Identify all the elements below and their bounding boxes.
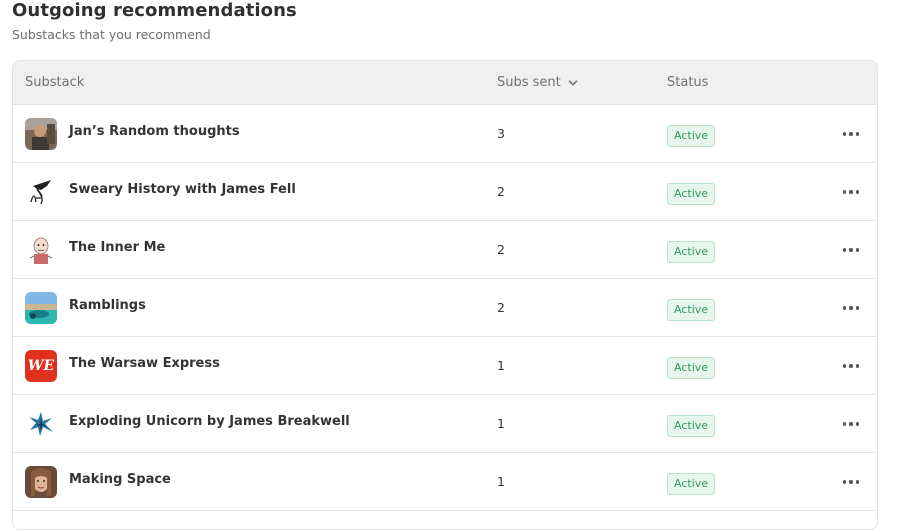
substack-name[interactable]: Sweary History with James Fell bbox=[69, 163, 296, 219]
more-options-icon[interactable] bbox=[839, 299, 863, 317]
status-badge: Active bbox=[667, 299, 716, 321]
subs-sent-value: 1 bbox=[497, 358, 505, 373]
quill-logo bbox=[25, 176, 57, 208]
chevron-down-icon bbox=[568, 80, 578, 86]
status-badge: Active bbox=[667, 473, 716, 495]
substack-name[interactable]: The Warsaw Express bbox=[69, 337, 220, 393]
we-logo: WE bbox=[25, 350, 57, 382]
table-row[interactable]: WE The Warsaw Express 1 Active bbox=[13, 337, 877, 395]
subs-sent-value: 2 bbox=[497, 184, 505, 199]
substack-name[interactable]: The Inner Me bbox=[69, 221, 165, 277]
more-options-icon[interactable] bbox=[839, 183, 863, 201]
column-header-substack: Substack bbox=[25, 75, 85, 90]
unicorn-logo bbox=[25, 408, 57, 440]
landscape-photo bbox=[25, 292, 57, 324]
table-row[interactable]: Making Space 1 Active bbox=[13, 453, 877, 511]
table-header: Substack Subs sent Status bbox=[13, 61, 877, 105]
status-badge: Active bbox=[667, 415, 716, 437]
more-options-icon[interactable] bbox=[839, 357, 863, 375]
status-badge: Active bbox=[667, 241, 716, 263]
more-options-icon[interactable] bbox=[839, 241, 863, 259]
subs-sent-value: 3 bbox=[497, 126, 505, 141]
page-title: Outgoing recommendations bbox=[12, 0, 297, 21]
substack-name[interactable]: Exploding Unicorn by James Breakwell bbox=[69, 395, 350, 451]
more-options-icon[interactable] bbox=[839, 125, 863, 143]
substack-name[interactable]: Making Space bbox=[69, 453, 171, 509]
table-row[interactable]: Sweary History with James Fell 2 Active bbox=[13, 163, 877, 221]
subs-sent-label: Subs sent bbox=[497, 75, 561, 90]
table-row[interactable]: Exploding Unicorn by James Breakwell 1 A… bbox=[13, 395, 877, 453]
outgoing-recommendations-page: Outgoing recommendations Substacks that … bbox=[0, 0, 897, 530]
subs-sent-value: 2 bbox=[497, 242, 505, 257]
column-header-subs-sent[interactable]: Subs sent bbox=[497, 61, 579, 105]
status-badge: Active bbox=[667, 183, 716, 205]
more-options-icon[interactable] bbox=[839, 473, 863, 491]
table-row[interactable]: Jan’s Random thoughts 3 Active bbox=[13, 105, 877, 163]
avatar bbox=[25, 118, 57, 150]
table-row[interactable]: Ramblings 2 Active bbox=[13, 279, 877, 337]
more-options-icon[interactable] bbox=[839, 415, 863, 433]
subs-sent-value: 2 bbox=[497, 300, 505, 315]
status-badge: Active bbox=[667, 357, 716, 379]
column-header-status: Status bbox=[667, 75, 709, 90]
cartoon-avatar bbox=[25, 234, 57, 266]
avatar bbox=[25, 466, 57, 498]
page-subtitle: Substacks that you recommend bbox=[12, 27, 211, 42]
status-badge: Active bbox=[667, 125, 716, 147]
substack-name[interactable]: Ramblings bbox=[69, 279, 146, 335]
subs-sent-value: 1 bbox=[497, 416, 505, 431]
substack-name[interactable]: Jan’s Random thoughts bbox=[69, 105, 240, 161]
recommendations-table: Substack Subs sent Status Jan’s Random t… bbox=[12, 60, 878, 530]
we-logo-text: WE bbox=[27, 358, 55, 374]
subs-sent-value: 1 bbox=[497, 474, 505, 489]
table-row[interactable]: The Inner Me 2 Active bbox=[13, 221, 877, 279]
